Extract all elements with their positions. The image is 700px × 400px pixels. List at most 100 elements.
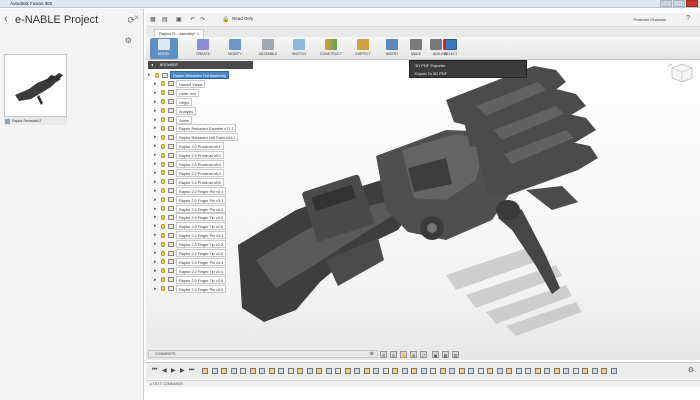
browser-header[interactable]: ◂ BROWSER	[148, 61, 253, 69]
expand-arrow-icon[interactable]: ▸	[154, 179, 157, 185]
timeline-feature-icon[interactable]	[449, 368, 455, 374]
visibility-bulb-icon[interactable]	[161, 90, 165, 96]
visibility-bulb-icon[interactable]	[161, 232, 165, 238]
gear-icon[interactable]: ⚙	[125, 36, 132, 45]
timeline-feature-icon[interactable]	[287, 368, 294, 374]
step-forward-icon[interactable]: ▶	[180, 367, 185, 374]
maximize-button[interactable]	[673, 0, 685, 7]
visibility-bulb-icon[interactable]	[161, 250, 165, 256]
timeline-feature-icon[interactable]	[430, 368, 436, 374]
expand-arrow-icon[interactable]: ▸	[154, 161, 157, 167]
visibility-bulb-icon[interactable]	[161, 241, 165, 247]
grid-icon[interactable]: ▦	[150, 16, 156, 23]
timeline-feature-icon[interactable]	[591, 368, 598, 374]
timeline-feature-icon[interactable]	[544, 368, 550, 374]
visibility-bulb-icon[interactable]	[161, 134, 165, 140]
dropdown-item-export-3d-pdf[interactable]: Export To 3D PDF	[415, 70, 447, 77]
fit-icon[interactable]: ⤢	[420, 351, 427, 358]
expand-arrow-icon[interactable]: ▸	[154, 206, 157, 212]
zoom-icon[interactable]: ⊕	[410, 351, 417, 358]
timeline-feature-icon[interactable]	[202, 368, 208, 374]
timeline-feature-icon[interactable]	[297, 368, 303, 374]
timeline-feature-icon[interactable]	[582, 368, 588, 374]
step-back-icon[interactable]: ◀	[162, 367, 167, 374]
grid-settings-icon[interactable]: ▦	[442, 351, 449, 358]
expand-arrow-icon[interactable]: ▸	[154, 259, 157, 265]
redo-icon[interactable]: ↷	[200, 16, 205, 23]
close-tab-icon[interactable]: ×	[197, 31, 199, 36]
display-settings-icon[interactable]: ▣	[432, 351, 439, 358]
document-tab[interactable]: Raptor R....ssembly* ×	[154, 29, 205, 37]
timeline-feature-icon[interactable]	[468, 368, 474, 374]
select-menu[interactable]: SELECT	[442, 38, 460, 59]
expand-arrow-icon[interactable]: ▸	[154, 117, 157, 123]
timeline-feature-icon[interactable]	[601, 368, 607, 374]
dropdown-item-3d-pdf-exporter[interactable]: 3D PDF Exporter	[415, 62, 445, 69]
expand-arrow-icon[interactable]: ▸	[154, 214, 157, 220]
timeline-feature-icon[interactable]	[477, 368, 484, 374]
visibility-bulb-icon[interactable]	[161, 214, 165, 220]
expand-arrow-icon[interactable]: ▸	[154, 143, 157, 149]
visibility-bulb-icon[interactable]	[161, 277, 165, 283]
add-comment-icon[interactable]: ⊕	[370, 351, 374, 358]
visibility-bulb-icon[interactable]	[161, 108, 165, 114]
visibility-bulb-icon[interactable]	[161, 206, 165, 211]
expand-arrow-icon[interactable]: ▸	[154, 81, 157, 87]
timeline-feature-icon[interactable]	[392, 368, 398, 374]
close-panel-icon[interactable]: ×	[134, 13, 139, 22]
expand-arrow-icon[interactable]: ▸	[154, 232, 157, 238]
workspace-switcher[interactable]: MODEL	[150, 38, 178, 59]
timeline-feature-icon[interactable]	[563, 368, 569, 374]
go-to-start-icon[interactable]: ⏮	[152, 367, 157, 374]
help-icon[interactable]: ?	[686, 15, 690, 22]
undo-icon[interactable]: ↶	[190, 16, 195, 23]
visibility-bulb-icon[interactable]	[161, 125, 165, 131]
visibility-bulb-icon[interactable]	[161, 161, 165, 167]
visibility-bulb-icon[interactable]	[161, 170, 165, 176]
expand-arrow-icon[interactable]: ▸	[148, 72, 151, 78]
visibility-bulb-icon[interactable]	[161, 286, 165, 292]
expand-arrow-icon[interactable]: ▸	[154, 134, 157, 140]
timeline-feature-icon[interactable]	[249, 368, 256, 374]
close-window-button[interactable]	[686, 0, 698, 7]
modify-menu[interactable]: MODIFY	[220, 38, 250, 59]
timeline-feature-icon[interactable]	[335, 368, 341, 374]
timeline-feature-icon[interactable]	[572, 368, 579, 374]
timeline-feature-icon[interactable]	[354, 368, 360, 374]
timeline-feature-icon[interactable]	[506, 368, 512, 374]
expand-arrow-icon[interactable]: ▸	[154, 241, 157, 247]
expand-arrow-icon[interactable]: ▸	[154, 125, 157, 131]
user-name[interactable]: Prashant Dhawale	[633, 17, 666, 22]
design-thumbnail[interactable]	[4, 54, 67, 117]
timeline-feature-icon[interactable]	[259, 368, 265, 374]
timeline-feature-icon[interactable]	[278, 368, 284, 374]
viewcube-icon[interactable]	[666, 62, 694, 82]
construct-menu[interactable]: CONSTRUCT	[316, 38, 346, 59]
pdf-export-button[interactable]	[422, 38, 455, 59]
expand-arrow-icon[interactable]: ▸	[154, 197, 157, 203]
timeline-feature-icon[interactable]	[221, 368, 227, 374]
back-arrow-icon[interactable]: ‹	[4, 13, 8, 25]
pan-icon[interactable]: ✋	[400, 351, 407, 358]
timeline-feature-icon[interactable]	[439, 368, 446, 374]
visibility-bulb-icon[interactable]	[161, 188, 165, 194]
timeline-feature-icon[interactable]	[316, 368, 322, 374]
sketch-menu[interactable]: SKETCH	[286, 38, 312, 59]
collapse-icon[interactable]: ◂	[151, 61, 153, 69]
look-at-icon[interactable]: ◎	[390, 351, 397, 358]
timeline-feature-icon[interactable]	[534, 368, 541, 374]
timeline-feature-icon[interactable]	[240, 368, 246, 374]
visibility-bulb-icon[interactable]	[155, 72, 159, 78]
timeline-feature-icon[interactable]	[344, 368, 351, 374]
timeline-feature-icon[interactable]	[553, 368, 560, 374]
timeline-feature-icon[interactable]	[487, 368, 493, 374]
timeline-feature-icon[interactable]	[268, 368, 275, 374]
viewports-icon[interactable]: ▥	[452, 351, 459, 358]
expand-arrow-icon[interactable]: ▸	[154, 188, 157, 194]
save-icon[interactable]: ▣	[176, 16, 182, 23]
expand-arrow-icon[interactable]: ▸	[154, 250, 157, 256]
timeline-feature-icon[interactable]	[325, 368, 332, 374]
timeline-feature-icon[interactable]	[515, 368, 522, 374]
timeline-feature-icon[interactable]	[610, 368, 617, 374]
expand-arrow-icon[interactable]: ▸	[154, 223, 157, 229]
